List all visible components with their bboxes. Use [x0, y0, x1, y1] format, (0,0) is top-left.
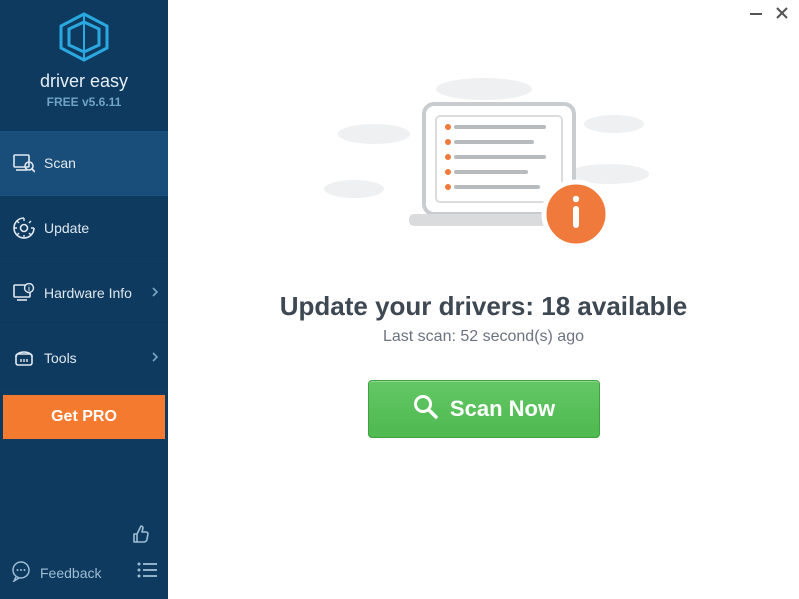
hardware-info-icon: i	[10, 283, 38, 303]
feedback-icon	[10, 560, 32, 585]
feedback-label: Feedback	[40, 565, 101, 581]
logo-area: driver easy FREE v5.6.11	[0, 0, 168, 119]
last-scan-text: Last scan: 52 second(s) ago	[383, 328, 584, 346]
scan-now-button[interactable]: Scan Now	[368, 380, 600, 438]
svg-text:i: i	[28, 286, 30, 293]
headline-suffix: available	[570, 291, 687, 321]
scan-icon	[10, 153, 38, 173]
feedback-button[interactable]: Feedback	[10, 560, 101, 585]
main-panel: Update your drivers: 18 available Last s…	[168, 0, 799, 599]
available-count: 18	[541, 291, 570, 321]
headline-prefix: Update your drivers:	[280, 291, 542, 321]
sidebar-item-label: Update	[44, 220, 89, 236]
content-center: Update your drivers: 18 available Last s…	[168, 0, 799, 599]
version-text: FREE v5.6.11	[47, 95, 122, 109]
sidebar-item-label: Tools	[44, 350, 77, 366]
sidebar-item-scan[interactable]: Scan	[0, 131, 168, 196]
get-pro-label: Get PRO	[51, 408, 117, 426]
sidebar-bottom: Feedback	[0, 523, 168, 599]
sidebar-item-hardware-info[interactable]: i Hardware Info	[0, 261, 168, 326]
chevron-right-icon	[152, 351, 158, 365]
tools-icon	[10, 348, 38, 368]
search-icon	[412, 393, 438, 425]
sidebar-item-label: Scan	[44, 155, 76, 171]
sidebar: driver easy FREE v5.6.11 Scan	[0, 0, 168, 599]
window-controls	[749, 6, 789, 25]
minimize-button[interactable]	[749, 6, 763, 25]
brand-text: driver easy	[40, 71, 128, 92]
menu-icon[interactable]	[136, 561, 158, 584]
chevron-right-icon	[152, 286, 158, 300]
get-pro-button[interactable]: Get PRO	[3, 395, 165, 439]
scan-now-label: Scan Now	[450, 396, 555, 422]
sidebar-item-update[interactable]: Update	[0, 196, 168, 261]
logo-icon	[57, 12, 111, 67]
thumbs-up-icon[interactable]	[130, 523, 152, 550]
update-icon	[10, 217, 38, 239]
sidebar-item-tools[interactable]: Tools	[0, 326, 168, 391]
sidebar-item-label: Hardware Info	[44, 285, 132, 301]
laptop-illustration	[314, 64, 654, 269]
close-button[interactable]	[775, 6, 789, 25]
headline: Update your drivers: 18 available	[280, 291, 688, 322]
nav: Scan Update i Hardware Inf	[0, 131, 168, 439]
